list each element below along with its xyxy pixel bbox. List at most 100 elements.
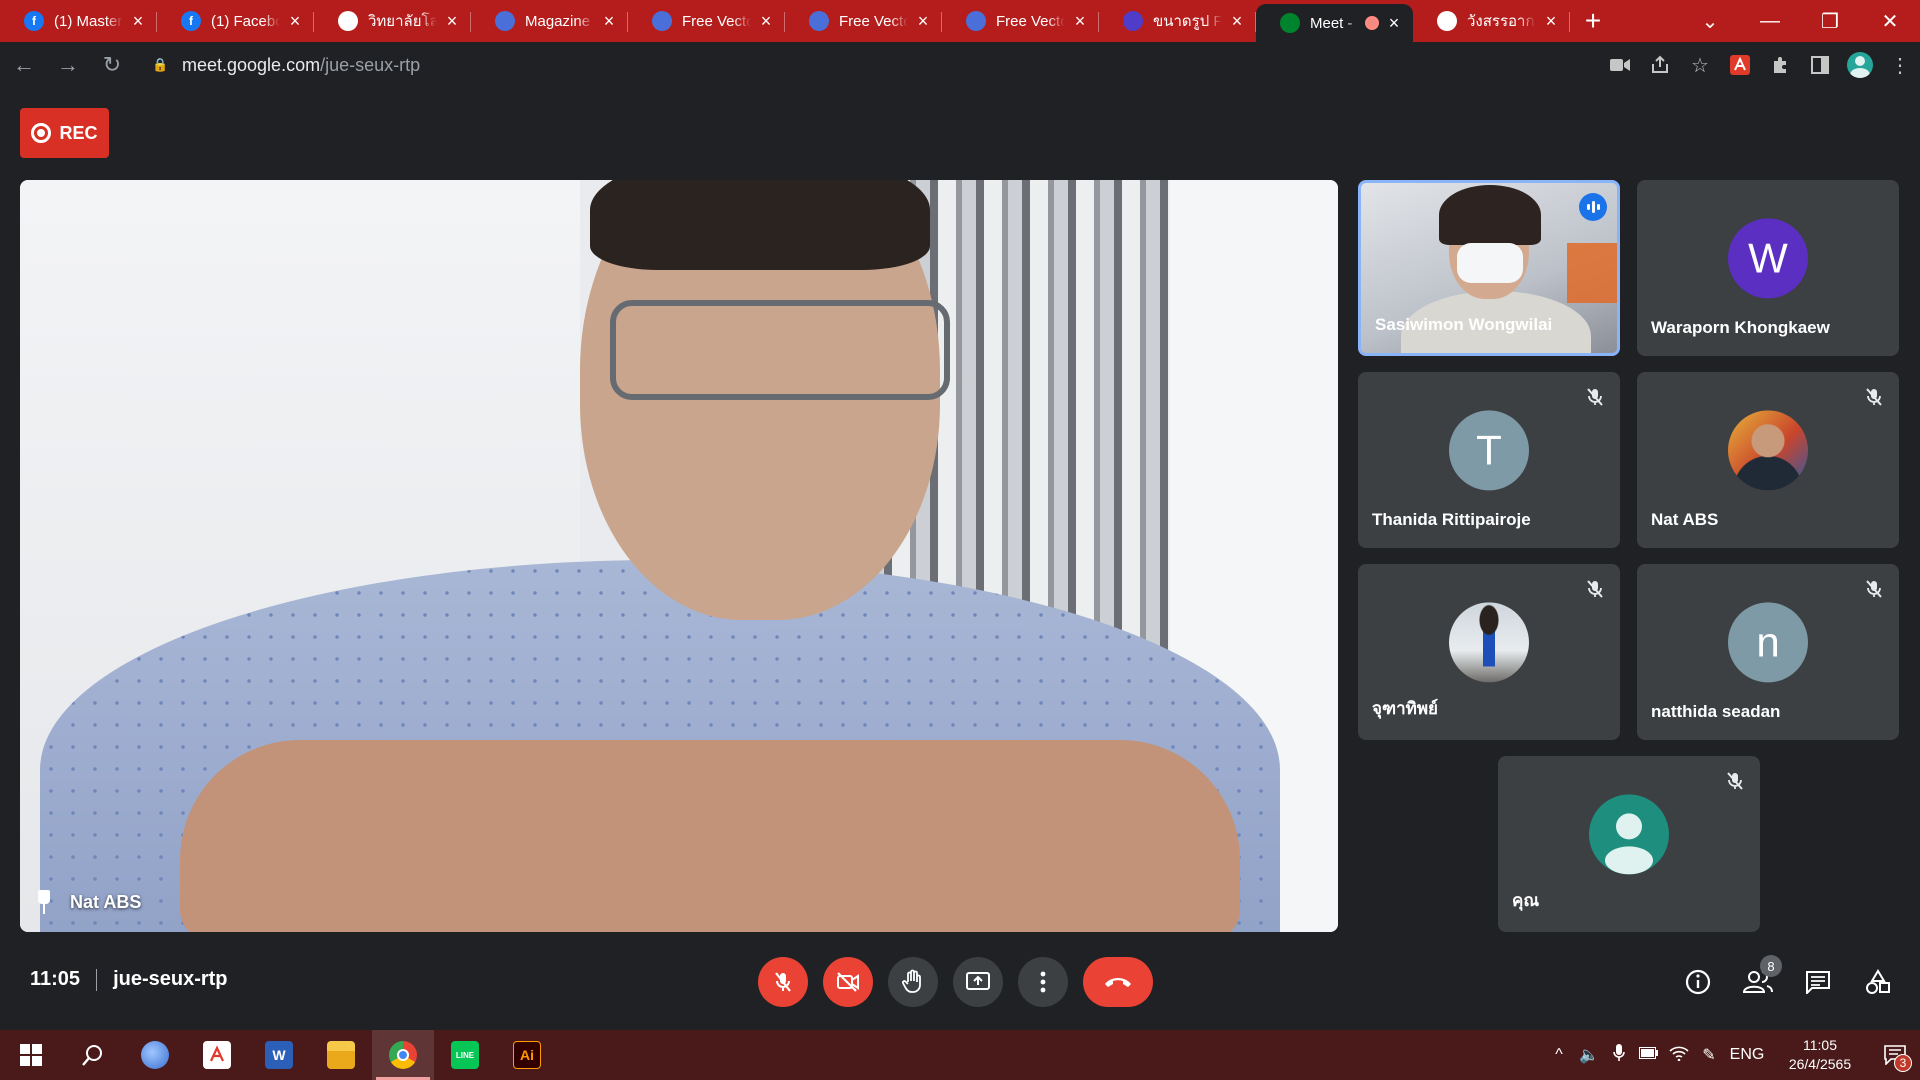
video-person-hair <box>590 180 930 270</box>
taskbar-app-illustrator[interactable]: Ai <box>496 1030 558 1080</box>
browser-tab[interactable]: Free Vector × <box>942 0 1099 42</box>
participant-name: คุณ <box>1512 891 1540 910</box>
close-tab-icon[interactable]: × <box>757 11 775 32</box>
self-avatar <box>1589 794 1669 875</box>
start-button[interactable] <box>0 1030 62 1080</box>
browser-tab[interactable]: f (1) Faceboo × <box>157 0 314 42</box>
meeting-time: 11:05 <box>30 968 81 990</box>
participant-name: natthida seadan <box>1651 702 1781 721</box>
close-window-button[interactable]: ✕ <box>1860 9 1920 34</box>
forward-button[interactable]: → <box>48 45 88 85</box>
tab-search-chevron-icon[interactable]: ⌄ <box>1680 9 1740 34</box>
line-icon: LINE <box>451 1041 479 1069</box>
close-tab-icon[interactable]: × <box>286 11 304 32</box>
back-button[interactable]: ← <box>4 45 44 85</box>
taskbar-clock[interactable]: 11:05 26/4/2565 <box>1770 1036 1870 1074</box>
chat-button[interactable] <box>1788 957 1848 1007</box>
wifi-icon[interactable] <box>1664 1045 1694 1066</box>
meeting-side-controls: 8 <box>1668 955 1908 1007</box>
show-hidden-icons-chevron-icon[interactable]: ^ <box>1544 1046 1574 1064</box>
browser-menu-icon[interactable]: ⋮ <box>1880 45 1920 85</box>
taskbar-app-chrome[interactable] <box>372 1030 434 1080</box>
browser-tab[interactable]: Free Vector × <box>785 0 942 42</box>
participant-tile-natthida[interactable]: n natthida seadan <box>1637 564 1899 740</box>
chat-icon <box>1806 971 1830 994</box>
close-tab-icon[interactable]: × <box>1071 11 1089 32</box>
participant-tile-sasiwimon[interactable]: Sasiwimon Wongwilai <box>1358 180 1620 356</box>
close-tab-icon[interactable]: × <box>1385 13 1403 34</box>
tab-title: ขนาดรูป Fac <box>1153 13 1222 30</box>
microphone-toggle-button[interactable] <box>758 957 808 1007</box>
clock-date: 26/4/2565 <box>1788 1056 1852 1072</box>
close-tab-icon[interactable]: × <box>443 11 461 32</box>
tab-title: Free Vector <box>682 12 751 30</box>
volume-icon[interactable]: 🔈 <box>1574 1045 1604 1065</box>
pin-icon[interactable] <box>36 890 52 914</box>
camera-icon[interactable] <box>1600 45 1640 85</box>
close-tab-icon[interactable]: × <box>129 11 147 32</box>
present-screen-button[interactable] <box>953 957 1003 1007</box>
mic-off-icon <box>1584 386 1606 408</box>
participant-name: Nat ABS <box>1651 510 1719 529</box>
side-panel-icon[interactable] <box>1800 45 1840 85</box>
language-indicator[interactable]: ENG <box>1724 1046 1770 1064</box>
share-icon[interactable] <box>1640 45 1680 85</box>
participant-tile-self[interactable]: คุณ <box>1498 756 1760 932</box>
video-face-mask <box>1457 243 1523 283</box>
browser-tab[interactable]: f (1) MasterC × <box>0 0 157 42</box>
taskbar-app-file-explorer[interactable] <box>310 1030 372 1080</box>
main-speaker-tile[interactable]: Nat ABS <box>20 180 1338 932</box>
address-bar[interactable]: 🔒 meet.google.com/jue-seux-rtp <box>138 46 1578 84</box>
close-tab-icon[interactable]: × <box>1542 11 1560 32</box>
close-tab-icon[interactable]: × <box>1228 11 1246 32</box>
more-options-button[interactable] <box>1018 957 1068 1007</box>
minimize-button[interactable]: — <box>1740 10 1800 33</box>
raise-hand-button[interactable] <box>888 957 938 1007</box>
mic-off-icon <box>1584 578 1606 600</box>
bookmark-star-icon[interactable]: ☆ <box>1680 45 1720 85</box>
vector-icon <box>966 11 986 31</box>
close-tab-icon[interactable]: × <box>914 11 932 32</box>
recording-icon <box>31 123 52 143</box>
taskbar-app-internet[interactable] <box>124 1030 186 1080</box>
taskbar-app-word[interactable]: W <box>248 1030 310 1080</box>
taskbar-app-line[interactable]: LINE <box>434 1030 496 1080</box>
microphone-icon[interactable] <box>1604 1043 1634 1067</box>
participant-tile-nat[interactable]: Nat ABS <box>1637 372 1899 548</box>
camera-toggle-button[interactable] <box>823 957 873 1007</box>
chrome-icon <box>389 1041 417 1069</box>
participant-tile-juthathip[interactable]: จุฑาทิพย์ <box>1358 564 1620 740</box>
browser-tab[interactable]: ขนาดรูป Fac × <box>1099 0 1256 42</box>
tab-title: Magazine T <box>525 12 594 30</box>
lock-icon: 🔒 <box>152 57 169 72</box>
people-count-badge: 8 <box>1760 955 1782 977</box>
video-person-glasses <box>610 300 950 400</box>
activities-button[interactable] <box>1848 957 1908 1007</box>
leave-call-button[interactable] <box>1083 957 1153 1007</box>
word-icon: W <box>265 1041 293 1069</box>
acrobat-extension-icon[interactable] <box>1720 45 1760 85</box>
close-tab-icon[interactable]: × <box>600 11 618 32</box>
participant-avatar: T <box>1449 410 1529 491</box>
browser-tab[interactable]: วังสรรอาการ × <box>1413 0 1570 42</box>
reload-button[interactable]: ↻ <box>92 45 132 85</box>
meeting-details-button[interactable] <box>1668 957 1728 1007</box>
people-button[interactable]: 8 <box>1728 955 1788 1007</box>
participant-tile-thanida[interactable]: T Thanida Rittipairoje <box>1358 372 1620 548</box>
taskbar-search-button[interactable] <box>62 1030 124 1080</box>
browser-tab[interactable]: Meet - × <box>1256 4 1413 42</box>
action-center-button[interactable]: 3 <box>1870 1030 1920 1080</box>
new-tab-button[interactable]: + <box>1570 0 1616 42</box>
browser-tab[interactable]: Magazine T × <box>471 0 628 42</box>
taskbar-app-acrobat[interactable] <box>186 1030 248 1080</box>
pen-icon[interactable]: ✎ <box>1694 1045 1724 1065</box>
battery-icon[interactable] <box>1634 1046 1664 1064</box>
browser-tab[interactable]: วิทยาลัยโลจิส × <box>314 0 471 42</box>
browser-tab[interactable]: Free Vector × <box>628 0 785 42</box>
system-tray: ^ 🔈 ✎ ENG 11:05 26/4/2565 3 <box>1544 1030 1920 1080</box>
participant-tile-waraporn[interactable]: W Waraporn Khongkaew <box>1637 180 1899 356</box>
profile-avatar[interactable] <box>1840 45 1880 85</box>
extensions-icon[interactable] <box>1760 45 1800 85</box>
recording-badge[interactable]: REC <box>20 108 109 158</box>
restore-button[interactable]: ❐ <box>1800 9 1860 34</box>
